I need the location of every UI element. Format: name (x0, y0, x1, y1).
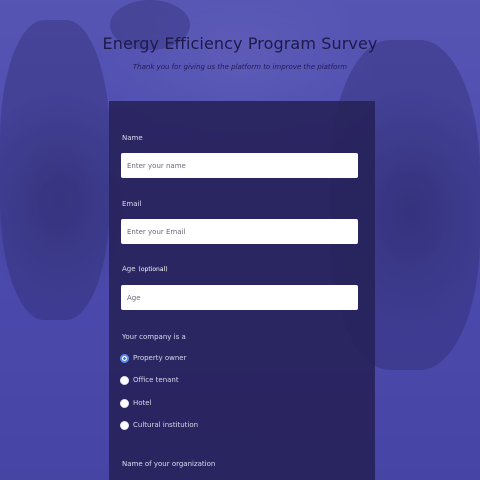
name-label: Name (122, 134, 143, 142)
age-label: Age (optional) (122, 265, 168, 273)
radio-label-property-owner: Property owner (133, 354, 187, 362)
page-title: Energy Efficiency Program Survey (102, 34, 378, 53)
page-header: Energy Efficiency Program Survey Thank y… (0, 34, 480, 71)
survey-form: Name Email Age(optional) Your company is… (109, 101, 375, 480)
age-input[interactable] (121, 285, 358, 310)
radio-option-hotel[interactable]: Hotel (120, 397, 152, 409)
radio-option-property-owner[interactable]: Property owner (120, 352, 186, 364)
radio-button-cultural-institution[interactable] (120, 420, 129, 430)
radio-label-hotel: Hotel (133, 399, 152, 407)
radio-option-cultural-institution[interactable]: Cultural institution (120, 419, 198, 431)
radio-option-office-tenant[interactable]: Office tenant (120, 374, 179, 386)
age-optional-tag: (optional) (138, 266, 168, 273)
email-label: Email (122, 200, 142, 208)
name-input[interactable] (121, 153, 358, 178)
page-subtitle: Thank you for giving us the platform to … (132, 63, 348, 71)
email-input[interactable] (121, 219, 358, 244)
company-type-label: Your company is a (122, 333, 186, 341)
age-label-text: Age (122, 265, 136, 273)
organization-label: Name of your organization (122, 460, 216, 468)
radio-button-property-owner[interactable] (120, 353, 129, 363)
radio-button-hotel[interactable] (120, 398, 129, 408)
radio-button-office-tenant[interactable] (120, 375, 129, 385)
radio-label-cultural-institution: Cultural institution (133, 421, 199, 429)
radio-label-office-tenant: Office tenant (133, 376, 179, 384)
